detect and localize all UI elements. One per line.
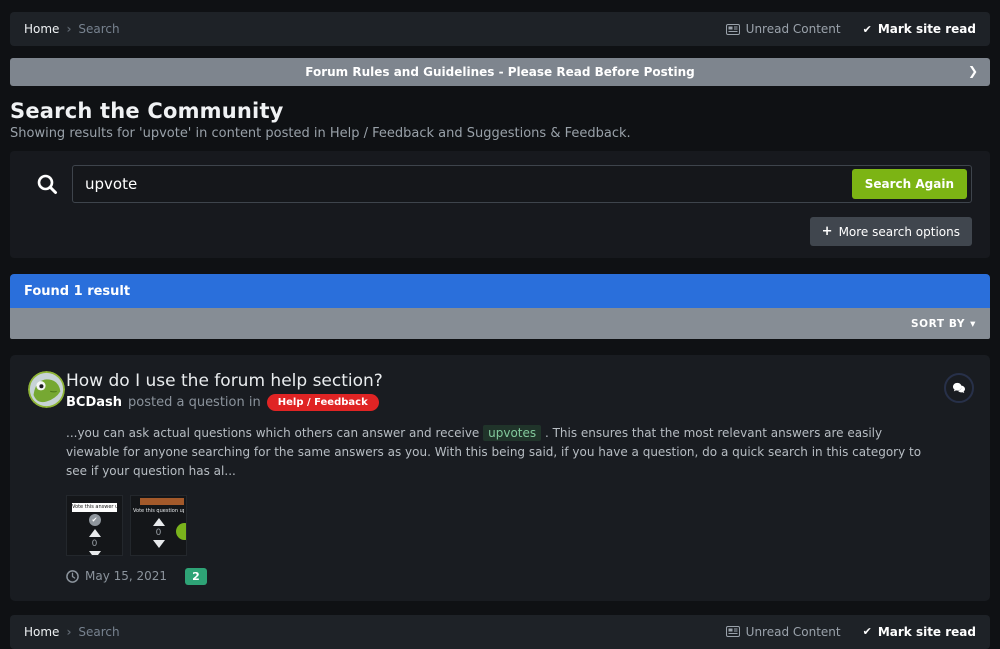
clock-icon	[66, 570, 79, 583]
top-bar-actions: Unread Content ✔ Mark site read	[726, 22, 976, 36]
chevron-right-icon: ❯	[968, 64, 978, 78]
chevron-right-icon: ›	[66, 22, 71, 36]
thumbnail-tooltip-text: Vote this answer up	[72, 503, 117, 512]
forum-rules-banner-text: Forum Rules and Guidelines - Please Read…	[305, 65, 694, 79]
results-count-label: Found 1 result	[24, 284, 130, 299]
result-date: May 15, 2021	[85, 569, 167, 583]
downvote-arrow-icon	[89, 551, 101, 556]
mark-site-read-link[interactable]: ✔ Mark site read	[863, 22, 976, 36]
search-input-wrapper: Search Again	[72, 165, 972, 203]
speech-bubble-icon	[952, 382, 966, 394]
check-icon: ✔	[863, 23, 872, 36]
check-circle-icon: ✔	[89, 514, 101, 526]
unread-content-label: Unread Content	[746, 625, 841, 639]
result-footer: May 15, 2021 2	[66, 568, 934, 585]
top-breadcrumb-bar: Home › Search Unread Content ✔ Mark site…	[10, 12, 990, 46]
search-row: Search Again	[28, 165, 972, 203]
page-wrapper: Home › Search Unread Content ✔ Mark site…	[0, 0, 1000, 649]
sort-by-dropdown[interactable]: SORT BY ▾	[911, 318, 976, 330]
search-input[interactable]	[85, 175, 852, 193]
breadcrumb-home-link[interactable]: Home	[24, 22, 59, 36]
chevron-right-icon: ›	[66, 625, 71, 639]
avatar-fragment	[176, 523, 187, 540]
sort-bar: SORT BY ▾	[10, 308, 990, 339]
search-icon	[36, 173, 58, 195]
page-subtitle: Showing results for 'upvote' in content …	[10, 126, 990, 141]
vote-count: 0	[156, 528, 162, 538]
author-link[interactable]: BCDash	[66, 395, 122, 410]
breadcrumb-current: Search	[78, 22, 119, 36]
content-type-question-button[interactable]	[944, 373, 974, 403]
search-again-button[interactable]: Search Again	[852, 169, 967, 199]
breadcrumb: Home › Search	[24, 22, 120, 36]
page-title: Search the Community	[10, 99, 990, 123]
mark-site-read-link[interactable]: ✔ Mark site read	[863, 625, 976, 639]
vote-widget: ✔ 0	[67, 514, 122, 556]
sort-by-label: SORT BY	[911, 318, 965, 330]
snippet-text-before: ...you can ask actual questions which ot…	[66, 426, 483, 440]
more-search-options-label: More search options	[839, 225, 960, 239]
result-title-link[interactable]: How do I use the forum help section?	[66, 371, 934, 391]
upvote-arrow-icon	[89, 529, 101, 537]
unread-content-label: Unread Content	[746, 22, 841, 36]
result-snippet: ...you can ask actual questions which ot…	[66, 424, 934, 482]
newspaper-icon	[726, 626, 740, 637]
vote-count: 0	[92, 539, 98, 549]
search-result-card: How do I use the forum help section? BCD…	[10, 355, 990, 601]
category-badge[interactable]: Help / Feedback	[267, 394, 379, 411]
mark-site-read-label: Mark site read	[878, 22, 976, 36]
bottom-breadcrumb-bar: Home › Search Unread Content ✔ Mark site…	[10, 615, 990, 649]
check-icon: ✔	[863, 625, 872, 638]
more-search-options-button[interactable]: + More search options	[810, 217, 972, 246]
bottom-bar-actions: Unread Content ✔ Mark site read	[726, 625, 976, 639]
snippet-highlight: upvotes	[483, 425, 541, 441]
avatar[interactable]	[28, 371, 65, 408]
search-panel: Search Again + More search options	[10, 151, 990, 258]
newspaper-icon	[726, 24, 740, 35]
breadcrumb-home-link[interactable]: Home	[24, 625, 59, 639]
search-options-row: + More search options	[28, 217, 972, 246]
byline-action-text: posted a question in	[128, 395, 261, 410]
unread-content-link[interactable]: Unread Content	[726, 625, 841, 639]
mark-site-read-label: Mark site read	[878, 625, 976, 639]
thumbnail-accent-bar	[140, 498, 184, 505]
thumbnail-tooltip-text: Vote this question up	[133, 507, 184, 516]
result-byline: BCDash posted a question in Help / Feedb…	[66, 394, 934, 411]
unread-content-link[interactable]: Unread Content	[726, 22, 841, 36]
thumbnail-vote-question[interactable]: Vote this question up 0	[130, 495, 187, 556]
plus-icon: +	[822, 224, 833, 239]
results-count-bar: Found 1 result	[10, 274, 990, 308]
downvote-arrow-icon	[153, 540, 165, 548]
reply-count-badge[interactable]: 2	[185, 568, 207, 585]
breadcrumb: Home › Search	[24, 625, 120, 639]
attachment-thumbnails: Vote this answer up ✔ 0 Vote this questi…	[66, 495, 934, 556]
results-header: Found 1 result SORT BY ▾	[10, 274, 990, 339]
breadcrumb-current: Search	[78, 625, 119, 639]
thumbnail-vote-answer[interactable]: Vote this answer up ✔ 0	[66, 495, 123, 556]
upvote-arrow-icon	[153, 518, 165, 526]
forum-rules-banner[interactable]: Forum Rules and Guidelines - Please Read…	[10, 58, 990, 86]
caret-down-icon: ▾	[970, 318, 976, 330]
